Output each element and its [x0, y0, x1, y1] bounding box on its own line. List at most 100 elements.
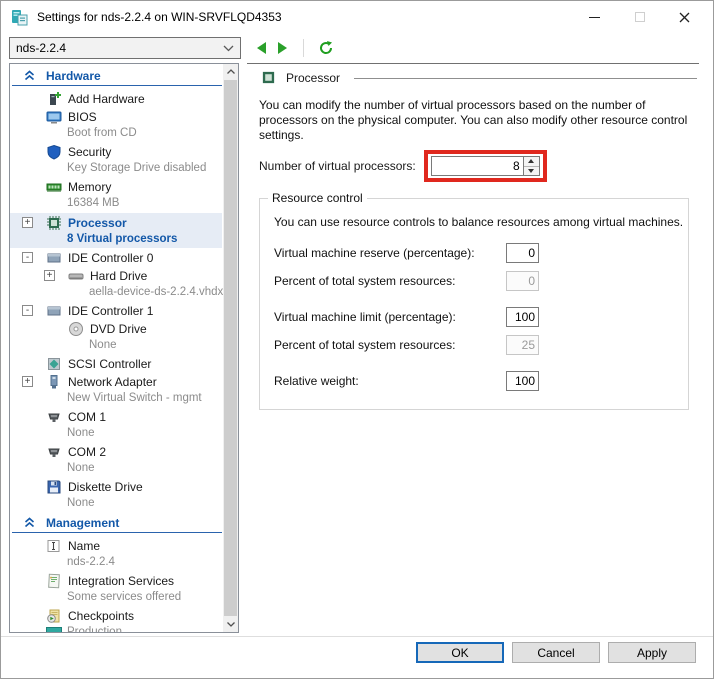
com-port-icon	[46, 409, 62, 425]
sidebar-item-memory[interactable]: Memory	[10, 178, 222, 196]
sidebar-header-hardware[interactable]: Hardware	[12, 66, 222, 86]
title-bar: Settings for nds-2.2.4 on WIN-SRVFLQD435…	[1, 1, 713, 33]
scroll-up-icon	[227, 69, 235, 74]
sidebar-item-ide-controller-0[interactable]: - IDE Controller 0	[10, 249, 222, 267]
navigate-forward-button[interactable]	[276, 41, 289, 55]
expander-icon[interactable]: -	[22, 305, 33, 316]
sidebar-item-com1[interactable]: COM 1	[10, 408, 222, 426]
scroll-down-button[interactable]	[223, 617, 238, 632]
ide-controller-icon	[46, 250, 62, 266]
spin-up-button[interactable]	[524, 157, 539, 166]
item-subtext: Boot from CD	[10, 126, 222, 141]
section-label: Management	[46, 516, 119, 530]
hard-drive-icon	[68, 268, 84, 284]
partially-visible-item	[46, 627, 62, 632]
section-label: Hardware	[46, 69, 101, 83]
cancel-button[interactable]: Cancel	[512, 642, 600, 663]
refresh-button[interactable]	[318, 40, 334, 56]
hyperv-settings-icon	[11, 8, 29, 26]
sidebar-item-name[interactable]: Name	[10, 537, 222, 555]
item-label: Name	[68, 539, 100, 553]
ide-controller-icon	[46, 303, 62, 319]
sidebar-item-diskette-drive[interactable]: Diskette Drive	[10, 478, 222, 496]
dvd-drive-icon	[68, 321, 84, 337]
minimize-icon	[589, 17, 600, 18]
spin-down-icon	[528, 169, 534, 173]
navigate-back-button[interactable]	[255, 41, 268, 55]
sidebar-scrollbar[interactable]	[223, 64, 238, 632]
scrollbar-thumb[interactable]	[224, 80, 237, 616]
panel-header: Processor	[247, 64, 699, 85]
item-subtext: Key Storage Drive disabled	[10, 161, 222, 176]
item-label: Processor	[68, 216, 127, 230]
bios-icon	[46, 109, 62, 125]
maximize-button	[617, 1, 662, 33]
sidebar-item-network-adapter[interactable]: + Network Adapter	[10, 373, 222, 391]
field-label: Virtual machine reserve (percentage):	[274, 246, 506, 260]
sidebar-item-ide-controller-1[interactable]: - IDE Controller 1	[10, 302, 222, 320]
expander-icon[interactable]: +	[22, 217, 33, 228]
expander-icon[interactable]: -	[22, 252, 33, 263]
item-subtext: None	[10, 426, 222, 441]
ok-button[interactable]: OK	[416, 642, 504, 663]
expander-icon[interactable]: +	[44, 270, 55, 281]
spin-down-button[interactable]	[524, 166, 539, 176]
apply-button[interactable]: Apply	[608, 642, 696, 663]
close-button[interactable]	[662, 1, 707, 33]
chevron-double-up-icon	[24, 70, 35, 81]
scroll-down-icon	[227, 622, 235, 627]
panel-title: Processor	[286, 71, 340, 85]
percent-resources-row-2: Percent of total system resources:	[274, 335, 688, 355]
item-subtext: nds-2.2.4	[10, 555, 222, 570]
checkpoints-icon	[46, 608, 62, 624]
sidebar-item-dvd-drive[interactable]: DVD Drive	[10, 320, 222, 338]
footer-separator	[1, 636, 713, 637]
item-label: Network Adapter	[68, 375, 157, 389]
expander-icon[interactable]: +	[22, 376, 33, 387]
percent-resources-row: Percent of total system resources:	[274, 271, 688, 291]
hardware-tree-panel: Hardware Add Hardware BIOS B	[9, 63, 239, 633]
diskette-icon	[46, 479, 62, 495]
spinner-buttons	[523, 156, 540, 176]
sidebar-header-management[interactable]: Management	[12, 513, 222, 533]
field-label: Relative weight:	[274, 374, 506, 388]
footer-buttons: OK Cancel Apply	[416, 642, 696, 663]
resource-description: You can use resource controls to balance…	[274, 215, 688, 230]
chevron-down-icon	[223, 45, 234, 52]
sidebar-item-com2[interactable]: COM 2	[10, 443, 222, 461]
vm-selector-value: nds-2.2.4	[16, 41, 223, 55]
sidebar-item-bios[interactable]: BIOS	[10, 108, 222, 126]
vm-limit-row: Virtual machine limit (percentage):	[274, 307, 688, 327]
item-label: Memory	[68, 180, 111, 194]
maximize-icon	[635, 12, 645, 22]
sidebar-item-scsi-controller[interactable]: SCSI Controller	[10, 355, 222, 373]
sidebar-item-add-hardware[interactable]: Add Hardware	[10, 90, 222, 108]
scroll-up-button[interactable]	[223, 64, 238, 79]
field-label: Percent of total system resources:	[274, 274, 506, 288]
vm-limit-input[interactable]	[506, 307, 539, 327]
relative-weight-input[interactable]	[506, 371, 539, 391]
item-label: DVD Drive	[90, 322, 147, 336]
minimize-button[interactable]	[572, 1, 617, 33]
sidebar-item-checkpoints[interactable]: Checkpoints	[10, 607, 222, 625]
vm-reserve-input[interactable]	[506, 243, 539, 263]
item-label: BIOS	[68, 110, 97, 124]
virtual-processors-input[interactable]	[432, 157, 523, 175]
item-label: Security	[68, 145, 111, 159]
close-icon	[679, 12, 690, 23]
network-adapter-icon	[46, 374, 62, 390]
virtual-processors-label: Number of virtual processors:	[259, 159, 416, 173]
hardware-tree: Hardware Add Hardware BIOS B	[10, 66, 222, 633]
vm-selector-dropdown[interactable]: nds-2.2.4	[9, 37, 241, 59]
relative-weight-row: Relative weight:	[274, 371, 688, 391]
panel-description: You can modify the number of virtual pro…	[259, 98, 689, 143]
processor-icon	[261, 70, 276, 85]
sidebar-item-hard-drive[interactable]: + Hard Drive	[10, 267, 222, 285]
item-subtext: 8 Virtual processors	[10, 232, 222, 247]
item-subtext: Some services offered	[10, 590, 222, 605]
item-label: Integration Services	[68, 574, 174, 588]
sidebar-item-security[interactable]: Security	[10, 143, 222, 161]
sidebar-item-processor-selected[interactable]: + Processor 8 Virtual processors	[10, 213, 222, 248]
sidebar-item-integration-services[interactable]: Integration Services	[10, 572, 222, 590]
item-subtext: None	[10, 496, 222, 511]
